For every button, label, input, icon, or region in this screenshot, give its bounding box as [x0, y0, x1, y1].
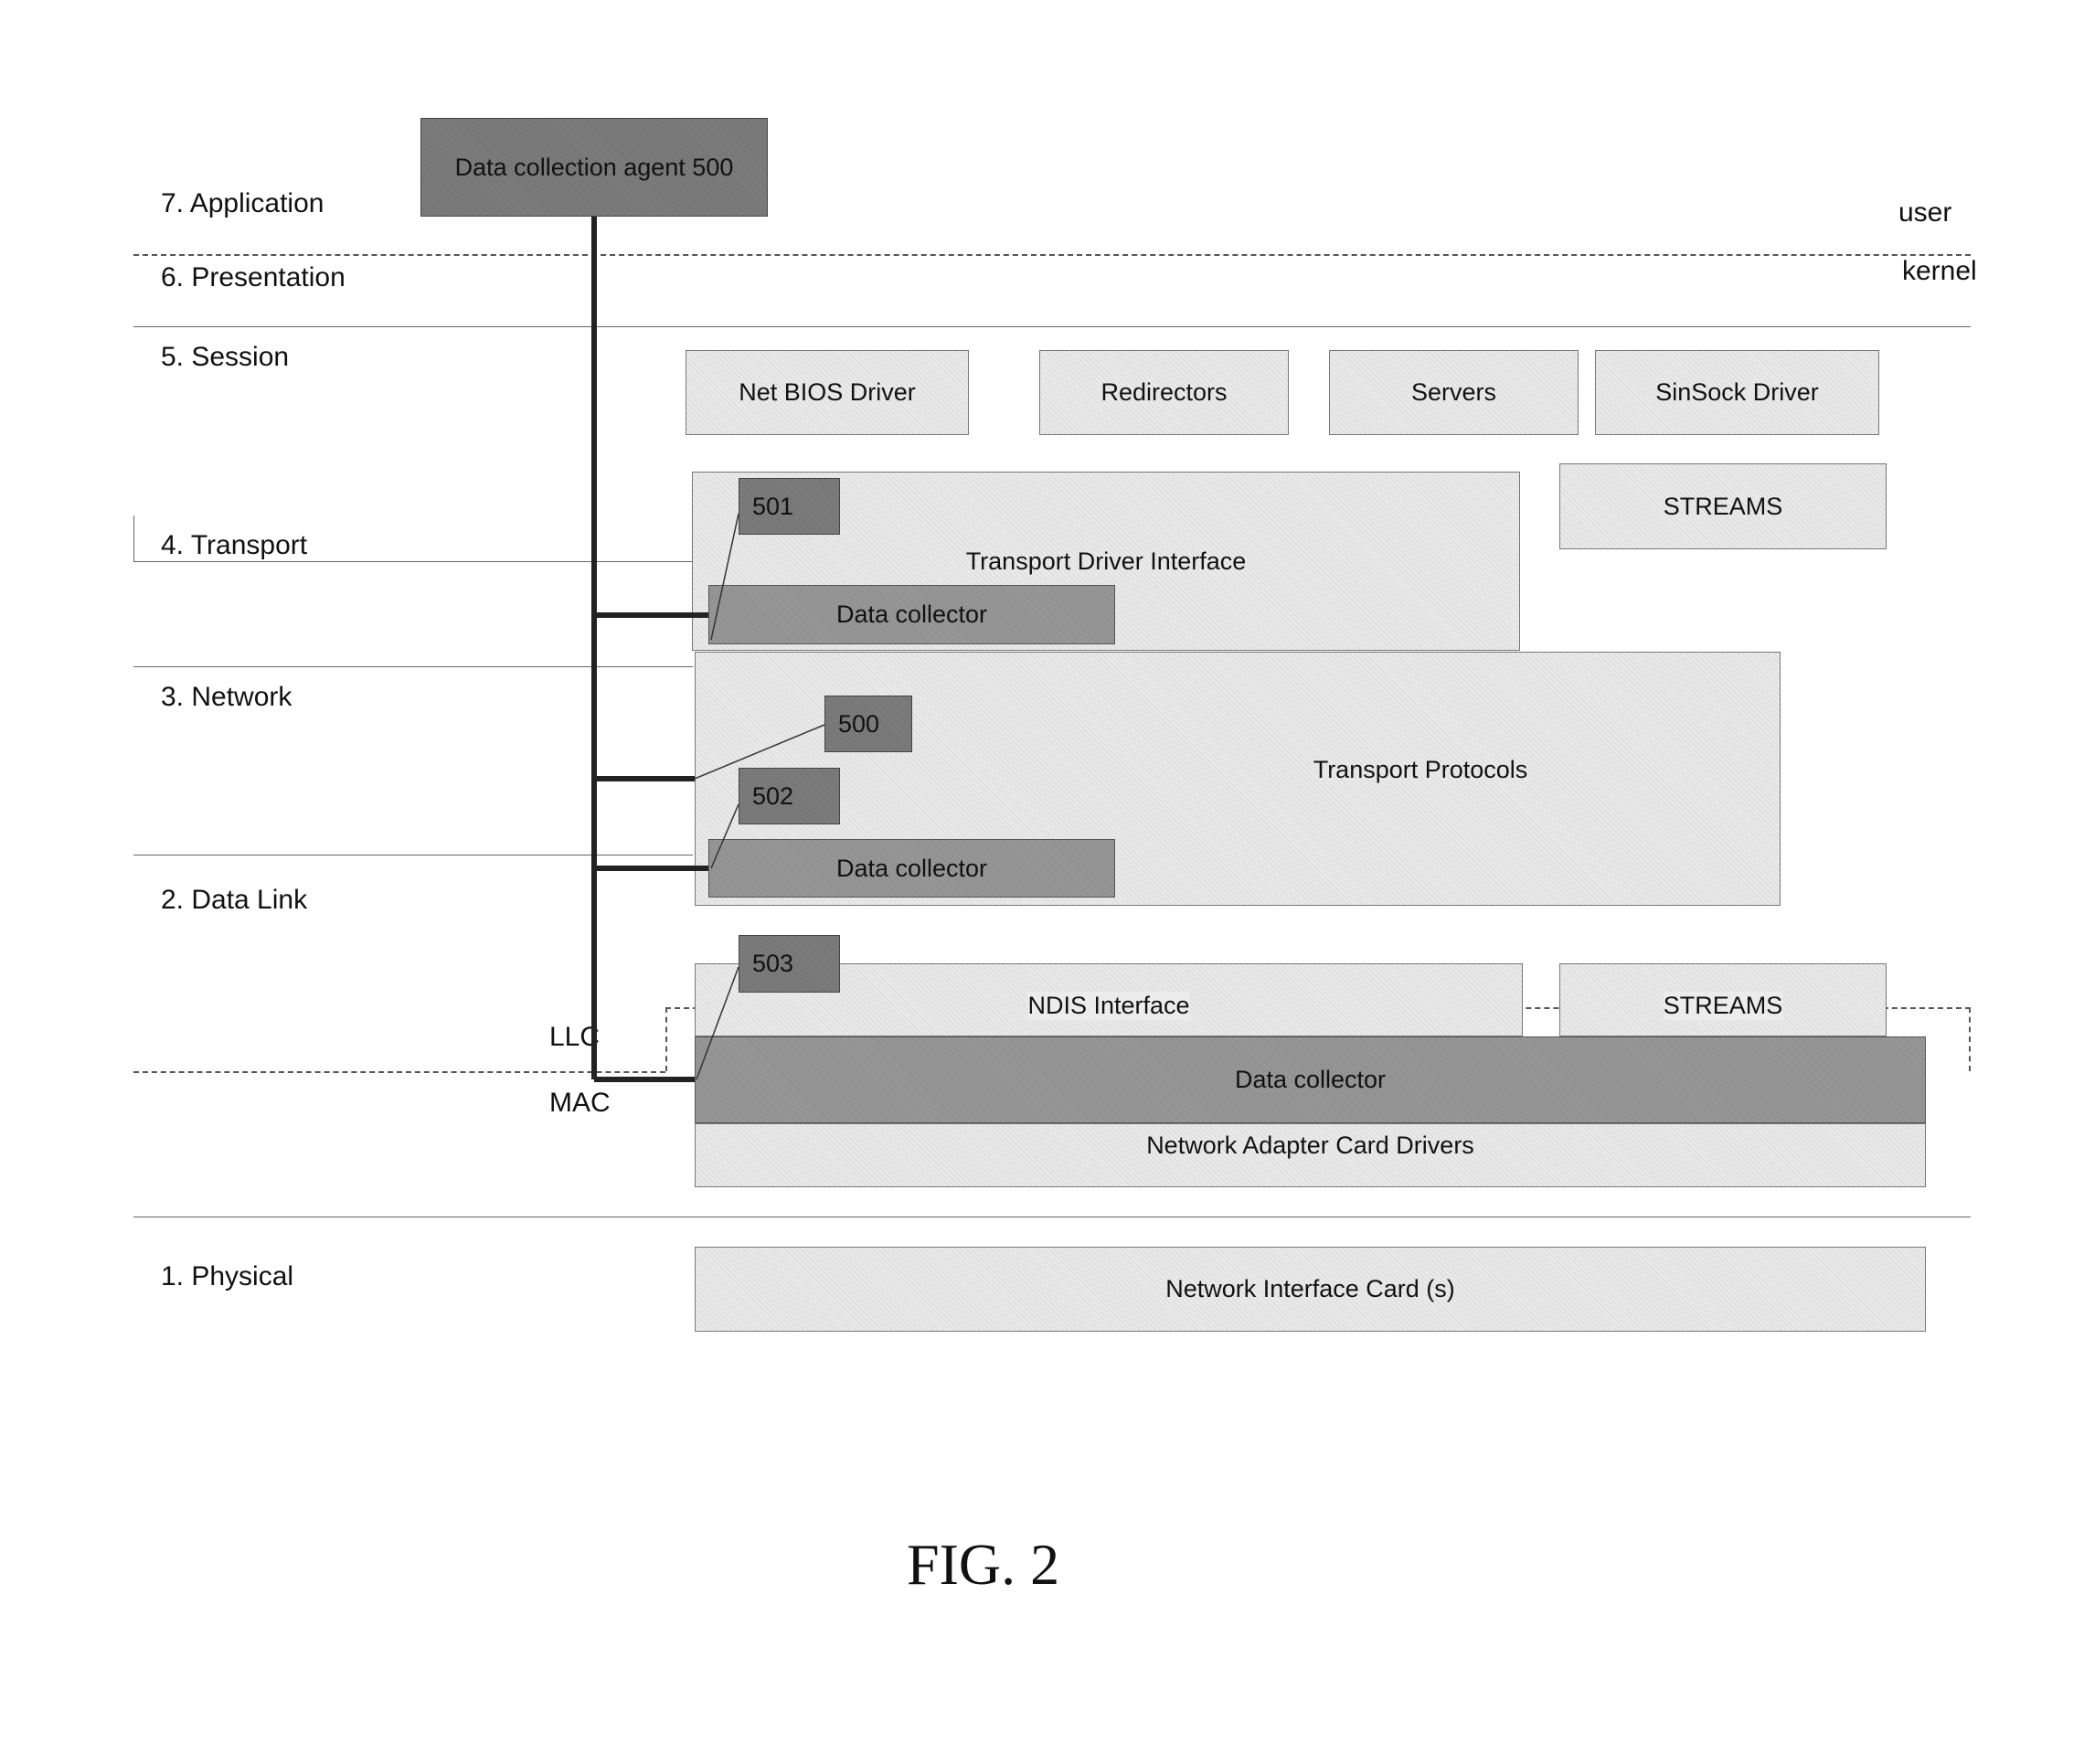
ref-502-box: 502 — [739, 768, 840, 824]
ref-500-box: 500 — [824, 696, 912, 752]
transport-driver-interface-label: Transport Driver Interface — [965, 547, 1247, 575]
network-interface-card-label: Network Interface Card (s) — [1165, 1275, 1455, 1302]
transport-bracket — [133, 515, 134, 561]
layer-label-network: 3. Network — [161, 682, 292, 712]
ref-502-label: 502 — [752, 781, 794, 810]
data-collector-network-label: Data collector — [835, 854, 988, 882]
user-mode-label: user — [1898, 197, 1952, 228]
layer-label-session: 5. Session — [161, 342, 290, 372]
ref-503-label: 503 — [752, 950, 794, 977]
layer-label-physical: 1. Physical — [161, 1261, 294, 1291]
network-adapter-card-drivers-label: Network Adapter Card Drivers — [1146, 1132, 1474, 1159]
sinsock-driver-box: SinSock Driver — [1595, 350, 1879, 435]
llc-label: LLC — [549, 1022, 601, 1052]
transport-boundary-line — [133, 561, 693, 562]
netbios-driver-label: Net BIOS Driver — [739, 378, 916, 406]
ndis-interface-label: NDIS Interface — [1027, 992, 1190, 1020]
streams-label-datalink: STREAMS — [1663, 992, 1783, 1020]
ref-501-label: 501 — [752, 492, 794, 520]
user-kernel-boundary — [133, 254, 1971, 256]
data-collector-transport-box: Data collector — [708, 585, 1115, 644]
transport-protocols-label: Transport Protocols — [1313, 755, 1528, 783]
data-collector-datalink-label: Data collector — [1234, 1066, 1387, 1093]
network-adapter-card-drivers-box: Network Adapter Card Drivers — [695, 1123, 1926, 1187]
data-collection-agent-box: Data collection agent 500 — [420, 118, 768, 217]
data-collector-datalink-box: Data collector — [695, 1036, 1926, 1123]
mac-label: MAC — [549, 1088, 611, 1118]
network-interface-card-box: Network Interface Card (s) — [695, 1247, 1926, 1332]
layer-label-presentation: 6. Presentation — [161, 262, 346, 292]
data-collector-network-box: Data collector — [708, 839, 1115, 898]
ref-503-box: 503 — [739, 935, 840, 993]
netbios-driver-box: Net BIOS Driver — [686, 350, 969, 435]
streams-box-transport: STREAMS — [1559, 463, 1887, 549]
ref-501-box: 501 — [739, 478, 840, 535]
streams-label-transport: STREAMS — [1663, 492, 1783, 520]
network-boundary-line — [133, 666, 693, 667]
layer-label-transport: 4. Transport — [161, 530, 308, 560]
layer-label-application: 7. Application — [161, 188, 324, 218]
data-collector-transport-label: Data collector — [835, 600, 988, 628]
layer-label-datalink: 2. Data Link — [161, 885, 308, 915]
streams-box-datalink: STREAMS — [1559, 963, 1887, 1036]
data-collection-agent-label: Data collection agent 500 — [454, 153, 734, 181]
session-boundary-line — [133, 326, 1971, 327]
llc-mac-boundary — [133, 1071, 665, 1073]
ref-500-label: 500 — [838, 709, 880, 738]
servers-label: Servers — [1410, 378, 1497, 406]
redirectors-label: Redirectors — [1100, 378, 1228, 406]
figure-caption: FIG. 2 — [907, 1532, 1060, 1597]
servers-box: Servers — [1329, 350, 1579, 435]
sinsock-driver-label: SinSock Driver — [1655, 378, 1819, 406]
kernel-mode-label: kernel — [1902, 256, 1977, 286]
redirectors-box: Redirectors — [1039, 350, 1289, 435]
